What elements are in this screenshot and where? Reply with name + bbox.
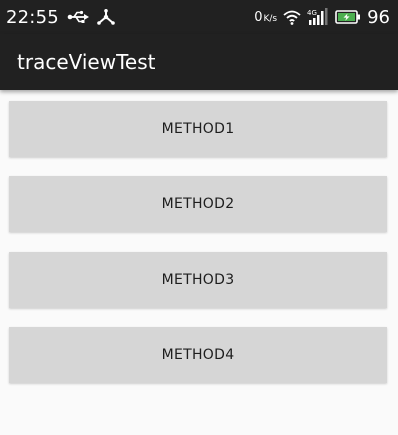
- method3-button[interactable]: METHOD3: [9, 252, 387, 308]
- tether-icon: [97, 9, 115, 25]
- cell-signal-icon: 4G: [307, 8, 329, 26]
- battery-level: 96: [367, 6, 390, 28]
- network-type-label: 4G: [307, 9, 317, 17]
- status-system-icons: 0 K/s 4G 96: [254, 7, 390, 28]
- method4-button[interactable]: METHOD4: [9, 327, 387, 383]
- battery-charging-icon: [335, 10, 361, 24]
- net-speed-value: 0: [254, 9, 263, 25]
- net-speed-indicator: 0 K/s: [254, 10, 277, 25]
- app-bar: traceViewTest: [0, 34, 398, 90]
- status-time: 22:55: [6, 6, 59, 28]
- method1-button[interactable]: METHOD1: [9, 101, 387, 157]
- wifi-icon: [283, 10, 301, 25]
- app-title: traceViewTest: [17, 50, 156, 74]
- net-speed-unit: K/s: [263, 13, 278, 24]
- status-bar: 22:55 0 K/s 4G 96: [0, 0, 398, 34]
- usb-icon: [67, 9, 89, 25]
- method2-button[interactable]: METHOD2: [9, 176, 387, 232]
- status-notification-icons: [67, 9, 115, 25]
